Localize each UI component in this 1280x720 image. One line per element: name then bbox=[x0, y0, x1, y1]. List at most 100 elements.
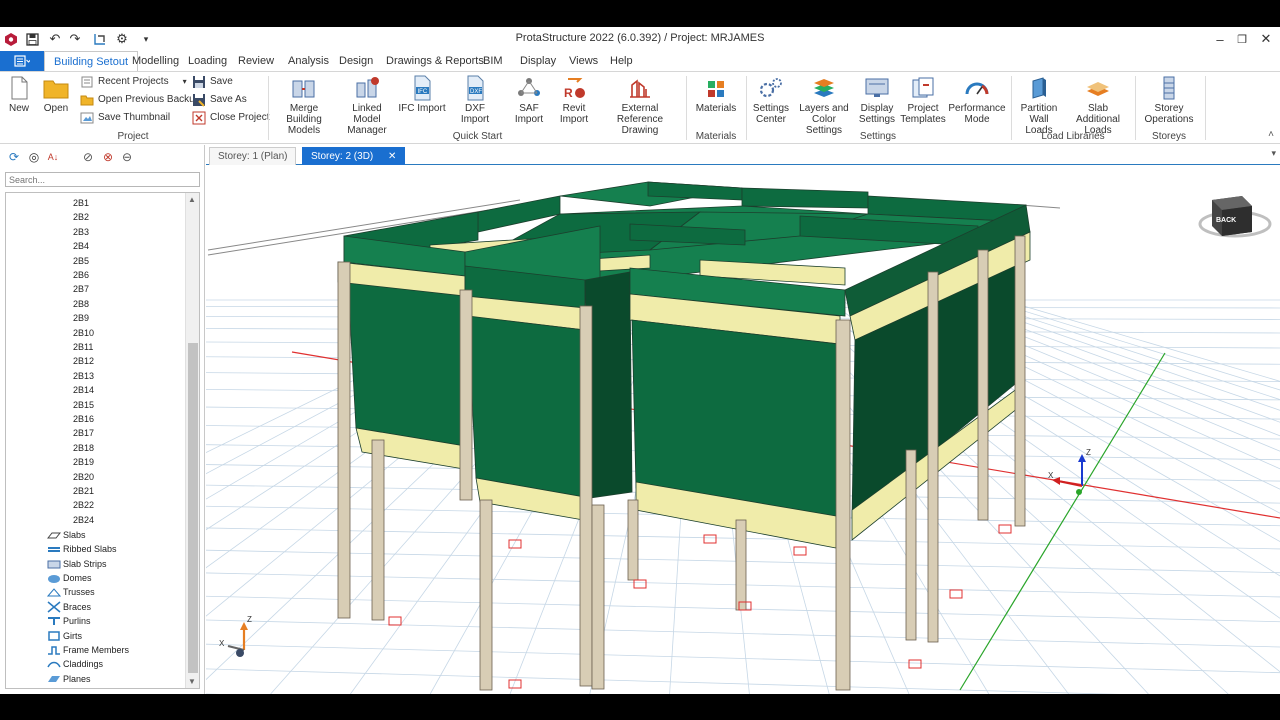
save-button[interactable]: Save bbox=[192, 73, 233, 90]
globe-icon[interactable]: ◎ bbox=[27, 150, 41, 164]
zoom-clear-icon[interactable]: ⊖ bbox=[120, 150, 134, 164]
sort-az-icon[interactable]: A↓ bbox=[46, 150, 60, 164]
revit-line1: Revit bbox=[562, 103, 586, 114]
display-settings-button[interactable]: Display Settings bbox=[857, 75, 897, 125]
tree-category-domes[interactable]: Domes bbox=[47, 571, 92, 585]
tree-beam-item[interactable]: 2B14 bbox=[73, 383, 94, 397]
tab-list-dropdown-icon[interactable]: ▾ bbox=[1271, 148, 1276, 159]
tree-category-purlins[interactable]: Purlins bbox=[47, 614, 91, 628]
open-button[interactable]: Open bbox=[40, 75, 72, 114]
plane-icon bbox=[48, 675, 60, 682]
external-reference-drawing-button[interactable]: External Reference Drawing bbox=[599, 75, 681, 136]
tab-help[interactable]: Help bbox=[601, 51, 642, 71]
zoom-select-icon[interactable]: ⊘ bbox=[81, 150, 95, 164]
origin-x-label: X bbox=[1048, 471, 1054, 480]
tree-search-input[interactable] bbox=[5, 172, 200, 187]
project-templates-button[interactable]: Project Templates bbox=[900, 75, 946, 125]
tab-storey-2-3d[interactable]: Storey: 2 (3D) ✕ bbox=[302, 147, 406, 165]
refresh-icon[interactable]: ⟳ bbox=[7, 150, 21, 164]
tree-category-ribbed-slabs[interactable]: Ribbed Slabs bbox=[47, 542, 117, 556]
storey-ops-line1: Storey bbox=[1154, 103, 1184, 114]
tree-beam-item[interactable]: 2B3 bbox=[73, 225, 89, 239]
tab-design[interactable]: Design bbox=[330, 51, 382, 71]
save-as-label: Save As bbox=[210, 94, 247, 105]
open-label: Open bbox=[43, 103, 69, 114]
tree-category-trusses[interactable]: Trusses bbox=[47, 585, 95, 599]
slab-additional-loads-button[interactable]: Slab Additional Loads bbox=[1067, 75, 1129, 136]
open-previous-backup-button[interactable]: Open Previous Backup bbox=[80, 91, 200, 108]
tree-beam-item[interactable]: 2B10 bbox=[73, 326, 94, 340]
tree-beam-item[interactable]: 2B21 bbox=[73, 484, 94, 498]
3d-viewport[interactable]: Z X Z X BACK bbox=[206, 165, 1280, 694]
merge-building-models-button[interactable]: Merge Building Models bbox=[273, 75, 335, 136]
tree-beam-item[interactable]: 2B9 bbox=[73, 311, 89, 325]
tree-beam-item[interactable]: 2B11 bbox=[73, 340, 93, 354]
tree-category-planes[interactable]: Planes bbox=[47, 672, 91, 686]
new-button[interactable]: New bbox=[6, 75, 32, 114]
tree-category-frame-members[interactable]: Frame Members bbox=[47, 643, 129, 657]
settings-center-button[interactable]: Settings Center bbox=[751, 75, 791, 125]
partition-wall-loads-button[interactable]: Partition Wall Loads bbox=[1016, 75, 1062, 136]
scroll-up-icon[interactable]: ▲ bbox=[188, 195, 196, 204]
column bbox=[479, 499, 493, 691]
tree-beam-item[interactable]: 2B19 bbox=[73, 455, 94, 469]
tree-category-girts[interactable]: Girts bbox=[47, 629, 82, 643]
support-marker bbox=[793, 546, 807, 556]
performance-mode-button[interactable]: Performance Mode bbox=[948, 75, 1006, 125]
tab-display[interactable]: Display bbox=[511, 51, 565, 71]
dxf-import-button[interactable]: DXF DXF Import bbox=[450, 75, 500, 125]
tree-beam-item[interactable]: 2B22 bbox=[73, 498, 94, 512]
tree-scrollbar[interactable]: ▲ ▼ bbox=[185, 193, 199, 688]
recent-projects-button[interactable]: Recent Projects ▾ bbox=[80, 73, 187, 90]
tree-beam-item[interactable]: 2B5 bbox=[73, 254, 89, 268]
display-line1: Display bbox=[860, 103, 894, 114]
tree-beam-item[interactable]: 2B12 bbox=[73, 354, 94, 368]
grid-line bbox=[1002, 299, 1280, 382]
tab-bim[interactable]: BIM bbox=[474, 51, 512, 71]
tree-category-claddings[interactable]: Claddings bbox=[47, 657, 103, 671]
minimize-icon[interactable]: – bbox=[1208, 29, 1232, 49]
tree-beam-item[interactable]: 2B17 bbox=[73, 426, 94, 440]
ifc-import-button[interactable]: IFC IFC Import bbox=[398, 75, 446, 114]
tree-scrollbar-thumb[interactable] bbox=[188, 343, 198, 673]
building-model[interactable] bbox=[337, 181, 1031, 691]
linked-model-manager-button[interactable]: Linked Model Manager bbox=[339, 75, 395, 136]
materials-button[interactable]: Materials bbox=[693, 75, 739, 114]
tree-beam-item[interactable]: 2B24 bbox=[73, 513, 94, 527]
tree-beam-item[interactable]: 2B20 bbox=[73, 470, 94, 484]
tree-beam-item[interactable]: 2B18 bbox=[73, 441, 94, 455]
saf-import-button[interactable]: SAF Import bbox=[504, 75, 554, 125]
tree-beam-item[interactable]: 2B16 bbox=[73, 412, 94, 426]
collapse-ribbon-icon[interactable]: ˄ bbox=[1268, 129, 1274, 140]
tab-storey-1-plan[interactable]: Storey: 1 (Plan) bbox=[209, 147, 297, 165]
zoom-remove-icon[interactable]: ⊗ bbox=[101, 150, 115, 164]
restore-icon[interactable]: ❐ bbox=[1230, 29, 1254, 49]
tree-beam-item[interactable]: 2B6 bbox=[73, 268, 89, 282]
revit-import-button[interactable]: R Revit Import bbox=[557, 75, 591, 125]
tree-beam-item[interactable]: 2B1 bbox=[73, 196, 89, 210]
tree-category-slab-strips[interactable]: Slab Strips bbox=[47, 557, 107, 571]
3d-model-canvas[interactable]: Z X Z X BACK bbox=[206, 165, 1280, 694]
scroll-down-icon[interactable]: ▼ bbox=[188, 677, 196, 686]
tree-beam-item[interactable]: 2B2 bbox=[73, 210, 89, 224]
tree-beam-item[interactable]: 2B15 bbox=[73, 398, 94, 412]
column bbox=[977, 249, 989, 521]
close-icon[interactable]: ✕ bbox=[1254, 29, 1278, 49]
close-tab-icon[interactable]: ✕ bbox=[388, 151, 396, 162]
tree-beam-item[interactable]: 2B8 bbox=[73, 297, 89, 311]
tree-category-slabs[interactable]: Slabs bbox=[47, 528, 86, 542]
save-thumbnail-button[interactable]: Save Thumbnail bbox=[80, 109, 170, 126]
performance-line1: Performance bbox=[948, 103, 1006, 114]
tree-beam-item[interactable]: 2B4 bbox=[73, 239, 89, 253]
close-project-button[interactable]: Close Project bbox=[192, 109, 269, 126]
tab-review[interactable]: Review bbox=[229, 51, 283, 71]
nav-cube[interactable]: BACK bbox=[1198, 196, 1272, 238]
tree-category-braces[interactable]: Braces bbox=[47, 600, 91, 614]
file-menu-button[interactable] bbox=[0, 51, 44, 71]
tree-beam-item[interactable]: 2B7 bbox=[73, 282, 89, 296]
layers-color-settings-button[interactable]: Layers and Color Settings bbox=[795, 75, 853, 136]
tree-beam-item[interactable]: 2B13 bbox=[73, 369, 94, 383]
tab-loading[interactable]: Loading bbox=[179, 51, 236, 71]
storey-operations-button[interactable]: Storey Operations bbox=[1140, 75, 1198, 125]
save-as-button[interactable]: Save As bbox=[192, 91, 247, 108]
